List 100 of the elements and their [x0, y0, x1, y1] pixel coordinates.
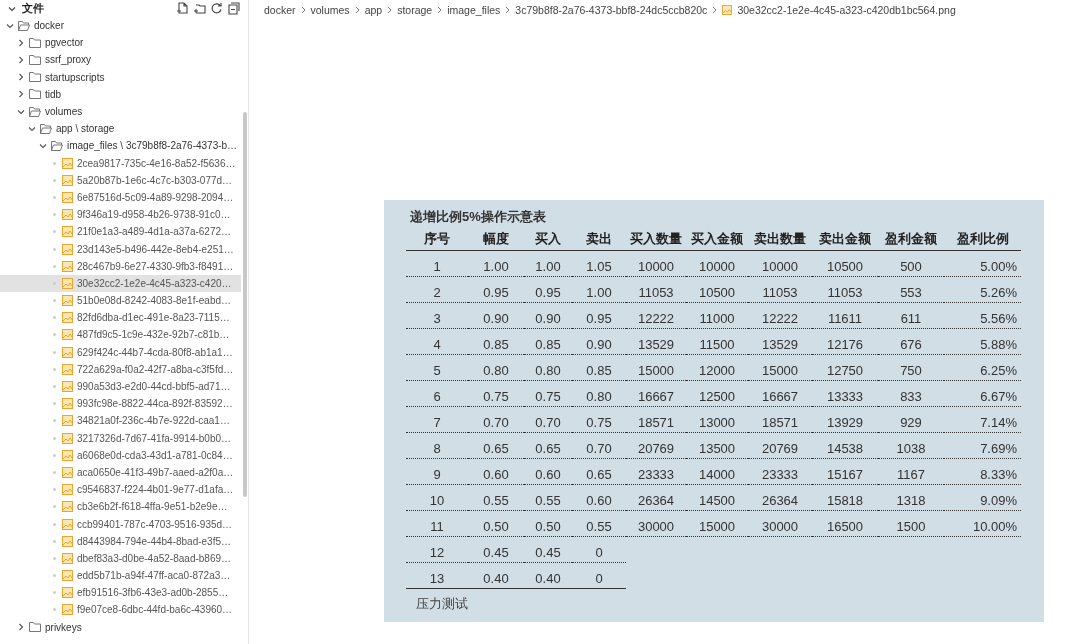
breadcrumb-item[interactable]: 3c79b8f8-2a76-4373-bbf8-24dc5ccb820c: [515, 4, 708, 16]
breadcrumb-item[interactable]: image_files: [447, 4, 501, 16]
table-cell: 3: [406, 311, 468, 329]
tree-item[interactable]: app \ storage: [0, 120, 241, 138]
tree-item[interactable]: volumes: [0, 102, 241, 121]
tree-item[interactable]: cb3e6b2f-f618-4ffa-9e51-b2e9e…: [0, 498, 241, 516]
table-cell: 13529: [748, 337, 812, 355]
breadcrumb-item[interactable]: volumes: [310, 4, 350, 16]
tree-item[interactable]: pgvector: [0, 34, 241, 52]
table-cell: 11053: [748, 285, 812, 303]
tree-item[interactable]: f9e07ce8-6dbc-44fd-ba6c-43960…: [0, 601, 241, 619]
bullet-icon: [52, 247, 56, 251]
tree-item[interactable]: 990a53d3-e2d0-44cd-bbf5-ad71…: [0, 377, 241, 396]
table-cell: 0.75: [524, 389, 572, 407]
breadcrumb-item[interactable]: 30e32cc2-1e2e-4c45-a323-c420db1bc564.png: [737, 4, 956, 16]
collapse-all-icon[interactable]: [227, 2, 240, 15]
table-cell: 0.65: [468, 441, 524, 459]
tree-item[interactable]: 487fd9c5-1c9e-432e-92b7-c81b…: [0, 326, 241, 344]
breadcrumb-item[interactable]: app: [364, 4, 383, 16]
tree-item[interactable]: efb91516-3fb6-43e3-ad0b-2855…: [0, 584, 241, 602]
chevron-right-icon: [387, 6, 393, 14]
image-file-icon: [62, 466, 73, 478]
table-cell: 10000: [626, 259, 686, 277]
open-folder-icon: [51, 140, 63, 151]
table-cell: 11611: [812, 311, 878, 329]
tree-item[interactable]: 9f346a19-d958-4b26-9738-91c0…: [0, 206, 241, 224]
table-cell: 5.56%: [944, 311, 1021, 329]
tree-item[interactable]: 34821a0f-236c-4b7e-922d-caa1…: [0, 412, 241, 430]
table-cell: 15167: [812, 467, 878, 485]
tree-item[interactable]: edd5b71b-a94f-47ff-aca0-872a3…: [0, 567, 241, 585]
tree-item[interactable]: 21f0e1a3-a489-4d1a-a37a-6272…: [0, 223, 241, 241]
table-cell: 553: [878, 285, 944, 303]
bullet-icon: [52, 230, 56, 234]
tree-item[interactable]: privkeys: [0, 618, 241, 636]
tree-item[interactable]: 722a629a-f0a2-42f7-a8ba-c3f5fd…: [0, 360, 241, 378]
tree-item[interactable]: 6e87516d-5c09-4a89-9298-2094…: [0, 188, 241, 207]
table-cell: 11053: [812, 285, 878, 303]
tree-item[interactable]: image_files \ 3c79b8f8-2a76-4373-b…: [0, 137, 241, 155]
bullet-icon: [52, 299, 56, 303]
tree-item[interactable]: 28c467b9-6e27-4330-9fb3-f8491…: [0, 257, 241, 275]
tree-item[interactable]: 629f424c-44b7-4cda-80f8-ab1a1…: [0, 343, 241, 361]
table-cell: 0.90: [524, 311, 572, 329]
tree-item[interactable]: 3217326d-7d67-41fa-9914-b0b0…: [0, 429, 241, 447]
table-cell: 16667: [748, 389, 812, 407]
bullet-icon: [52, 608, 56, 612]
tree-item[interactable]: ssrf_proxy: [0, 51, 241, 69]
table-cell: 6.25%: [944, 363, 1021, 381]
bullet-icon: [52, 591, 56, 595]
table-cell: 1.00: [524, 259, 572, 277]
column-header: 买入: [534, 230, 562, 248]
bullet-icon: [52, 453, 56, 457]
tree-item[interactable]: 23d143e5-b496-442e-8eb4-e251…: [0, 240, 241, 258]
table-cell: 14500: [686, 493, 748, 511]
tree-item[interactable]: 82fd6dba-d1ec-491e-8a23-7115…: [0, 309, 241, 327]
tree-item[interactable]: tidb: [0, 85, 241, 103]
table-cell: 8: [406, 441, 468, 459]
tree-item[interactable]: aca0650e-41f3-49b7-aaed-a2f0a…: [0, 463, 241, 482]
table-cell: 16500: [812, 519, 878, 537]
table-cell: 0.85: [468, 337, 524, 355]
tree-item[interactable]: 5a20b87b-1e6c-4c7c-b303-077d…: [0, 171, 241, 189]
tree-item[interactable]: d8443984-794e-44b4-8bad-e3f5…: [0, 532, 241, 550]
column-header: 买入金额: [690, 230, 744, 248]
new-folder-icon[interactable]: [193, 2, 206, 15]
image-file-icon: [62, 518, 73, 530]
tree-item[interactable]: a6068e0d-cda3-43d1-a781-0c84…: [0, 446, 241, 464]
table-cell: 7.69%: [944, 441, 1021, 459]
bullet-icon: [52, 402, 56, 406]
chevron-down-icon[interactable]: [8, 4, 16, 13]
new-file-icon[interactable]: [176, 2, 189, 15]
bullet-icon: [52, 556, 56, 560]
tree-item[interactable]: dbef83a3-d0be-4a52-8aad-b869…: [0, 549, 241, 567]
refresh-icon[interactable]: [210, 2, 223, 15]
image-file-icon: [62, 329, 73, 341]
tree-item[interactable]: 30e32cc2-1e2e-4c45-a323-c420…: [0, 274, 241, 292]
tree-item[interactable]: 2cea9817-735c-4e16-8a52-f5636…: [0, 154, 241, 172]
tree-item[interactable]: c9546837-f224-4b01-9e77-d1afa…: [0, 481, 241, 499]
chevron-right-icon: [300, 6, 306, 14]
tree-item[interactable]: startupscripts: [0, 68, 241, 86]
breadcrumb-item[interactable]: storage: [397, 4, 433, 16]
table-cell: 2: [406, 285, 468, 303]
table-cell: 0.70: [524, 415, 572, 433]
image-file-icon: [62, 157, 73, 169]
table-cell: 0.55: [524, 493, 572, 511]
table-cell: 0: [572, 571, 626, 589]
tree-item[interactable]: 51b0e08d-8242-4083-8e1f-eabd…: [0, 292, 241, 310]
image-file-icon: [62, 415, 73, 427]
table-cell: 10: [406, 493, 468, 511]
image-file-icon: [62, 346, 73, 358]
tree-item[interactable]: docker: [0, 17, 241, 35]
table-cell: 833: [878, 389, 944, 407]
table-cell: 13929: [812, 415, 878, 433]
breadcrumb-item[interactable]: docker: [264, 4, 296, 16]
tree-item[interactable]: ccb99401-787c-4703-9516-935d…: [0, 515, 241, 533]
table-cell: 13529: [626, 337, 686, 355]
bullet-icon: [52, 213, 56, 217]
tree-item[interactable]: 993fc98e-8822-44ca-892f-83592…: [0, 395, 241, 413]
folder-icon: [29, 37, 41, 48]
table-cell: 0.95: [572, 311, 626, 329]
table-cell: 20769: [626, 441, 686, 459]
column-header: 卖出: [585, 230, 613, 248]
